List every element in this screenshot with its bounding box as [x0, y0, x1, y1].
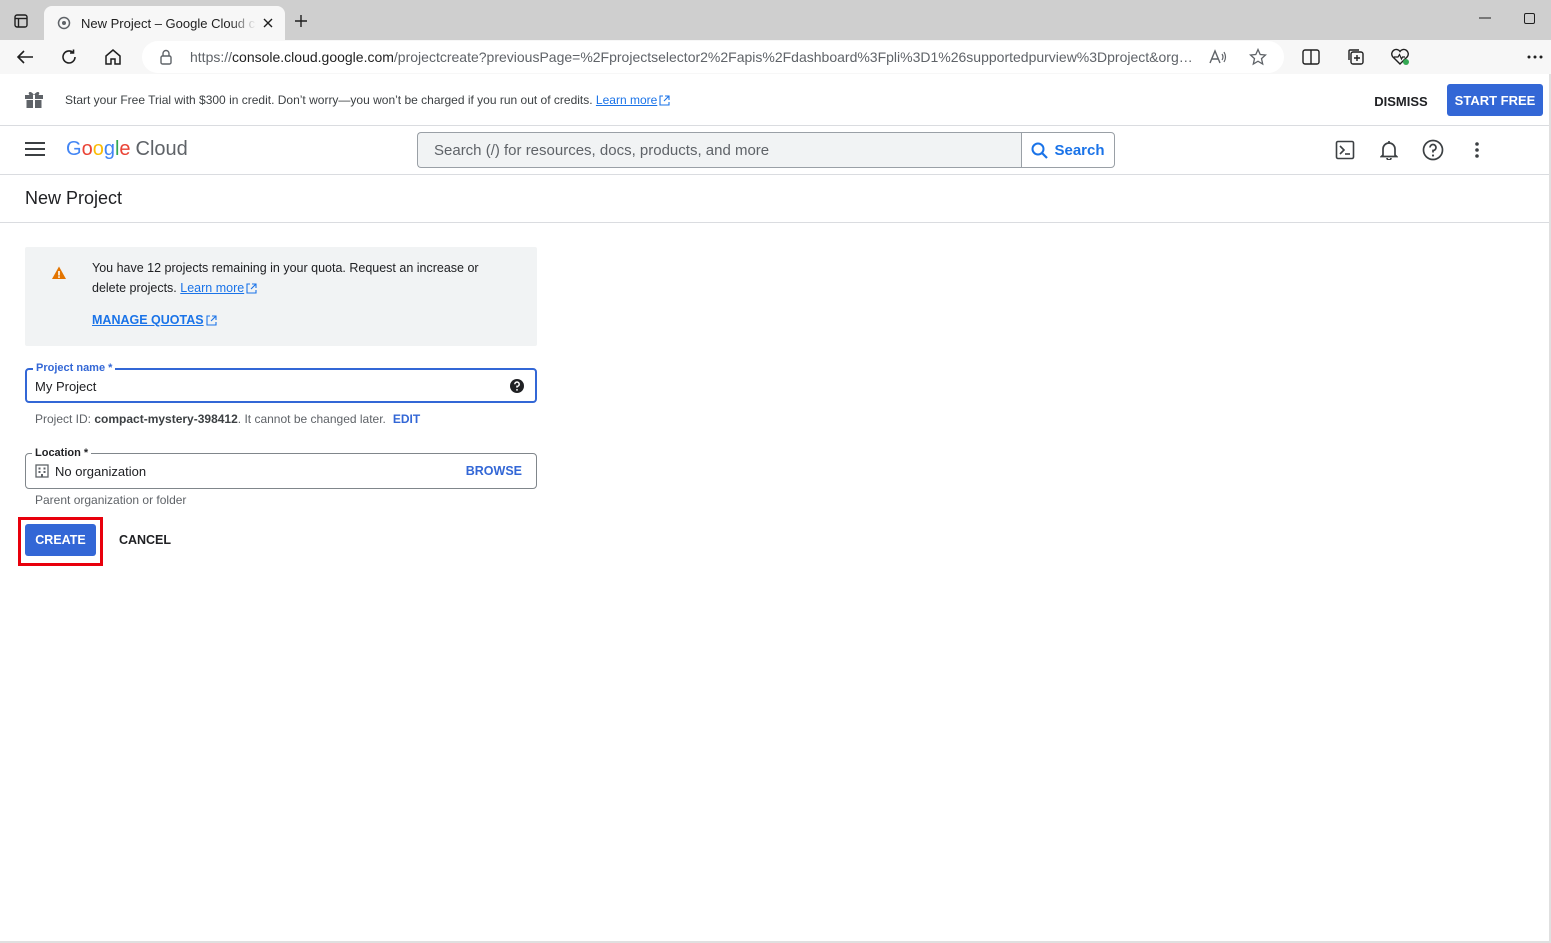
cancel-button[interactable]: CANCEL [110, 524, 180, 556]
location-hint: Parent organization or folder [35, 493, 187, 507]
help-circle-icon[interactable] [509, 378, 525, 394]
more-options-icon[interactable] [1465, 138, 1489, 162]
back-arrow-icon[interactable] [13, 45, 37, 69]
trial-message: Start your Free Trial with $300 in credi… [65, 93, 670, 107]
project-name-field: Project name * [25, 362, 537, 403]
refresh-icon[interactable] [57, 45, 81, 69]
location-value: No organization [55, 464, 147, 479]
logo-product: Cloud [135, 138, 188, 160]
trial-learn-more-link[interactable]: Learn more [596, 93, 657, 107]
edit-project-id-button[interactable]: EDIT [393, 412, 420, 426]
help-icon[interactable] [1421, 138, 1445, 162]
gift-icon [25, 91, 43, 108]
search-button-label: Search [1054, 141, 1105, 159]
maximize-window-icon[interactable] [1518, 8, 1540, 28]
project-name-input[interactable] [35, 377, 495, 395]
search-icon [1031, 142, 1049, 159]
favorite-star-icon[interactable] [1248, 47, 1268, 67]
start-free-button[interactable]: START FREE [1447, 84, 1543, 116]
logo-letter: G [66, 138, 82, 160]
trial-message-text: Start your Free Trial with $300 in credi… [65, 93, 593, 107]
search-box [417, 132, 1022, 168]
new-tab-icon[interactable] [290, 10, 312, 32]
manage-quotas-link[interactable]: MANAGE QUOTAS [92, 313, 217, 327]
warning-icon [52, 266, 66, 279]
page-title: New Project [25, 188, 123, 208]
browser-tab-strip: New Project – Google Cloud console [0, 0, 1551, 40]
project-name-label: Project name * [33, 362, 116, 375]
cloud-favicon-icon [56, 15, 72, 31]
logo-letter: o [81, 138, 93, 160]
project-id-value: compact-mystery-398412 [94, 412, 238, 426]
search-input[interactable] [418, 133, 1022, 167]
page-title-bar: New Project [0, 174, 1551, 223]
logo-letter: e [119, 138, 131, 160]
google-cloud-logo[interactable]: Google Cloud [66, 138, 188, 161]
cloud-header: Google Cloud Search [0, 126, 1551, 174]
browse-button[interactable]: BROWSE [466, 464, 522, 478]
location-label: Location * [32, 447, 92, 460]
external-link-icon [659, 95, 670, 106]
dismiss-button[interactable]: DISMISS [1368, 87, 1434, 115]
quota-learn-more-link[interactable]: Learn more [180, 281, 244, 295]
external-link-icon [206, 315, 217, 326]
location-field[interactable]: Location * No organization BROWSE [25, 447, 537, 489]
browser-more-icon[interactable] [1524, 46, 1546, 68]
project-id-suffix: . It cannot be changed later. [237, 412, 386, 426]
cloud-shell-icon[interactable] [1333, 138, 1357, 162]
browser-toolbar: https://console.cloud.google.com/project… [0, 40, 1551, 74]
browser-essentials-icon[interactable] [1389, 46, 1411, 68]
read-aloud-icon[interactable] [1208, 47, 1228, 67]
search-button[interactable]: Search [1021, 132, 1115, 168]
free-trial-banner: Start your Free Trial with $300 in credi… [0, 74, 1551, 126]
quota-text: You have 12 projects remaining in your q… [92, 258, 512, 298]
project-id-hint: Project ID: compact-mystery-398412. It c… [35, 412, 420, 426]
organization-building-icon [35, 464, 49, 478]
split-screen-icon[interactable] [1300, 46, 1322, 68]
url-text[interactable]: https://console.cloud.google.com/project… [190, 49, 1200, 65]
logo-letter: g [103, 138, 115, 160]
logo-letter: o [92, 138, 104, 160]
quota-notice: You have 12 projects remaining in your q… [25, 247, 537, 346]
notifications-bell-icon[interactable] [1377, 138, 1401, 162]
close-tab-icon[interactable] [259, 14, 277, 32]
minimize-window-icon[interactable] [1474, 8, 1496, 28]
create-button[interactable]: CREATE [25, 524, 96, 556]
browser-tab-active[interactable]: New Project – Google Cloud console [44, 6, 285, 40]
tab-actions-icon[interactable] [10, 10, 32, 32]
lock-icon[interactable] [158, 49, 174, 65]
project-id-prefix: Project ID: [35, 412, 95, 426]
hamburger-menu-icon[interactable] [24, 138, 46, 160]
manage-quotas-label: MANAGE QUOTAS [92, 313, 204, 327]
external-link-icon [246, 283, 257, 294]
quota-message: You have 12 projects remaining in your q… [92, 261, 479, 295]
address-bar[interactable]: https://console.cloud.google.com/project… [142, 41, 1284, 73]
tab-title: New Project – Google Cloud console [81, 15, 256, 31]
collections-icon[interactable] [1345, 46, 1367, 68]
home-icon[interactable] [101, 45, 125, 69]
